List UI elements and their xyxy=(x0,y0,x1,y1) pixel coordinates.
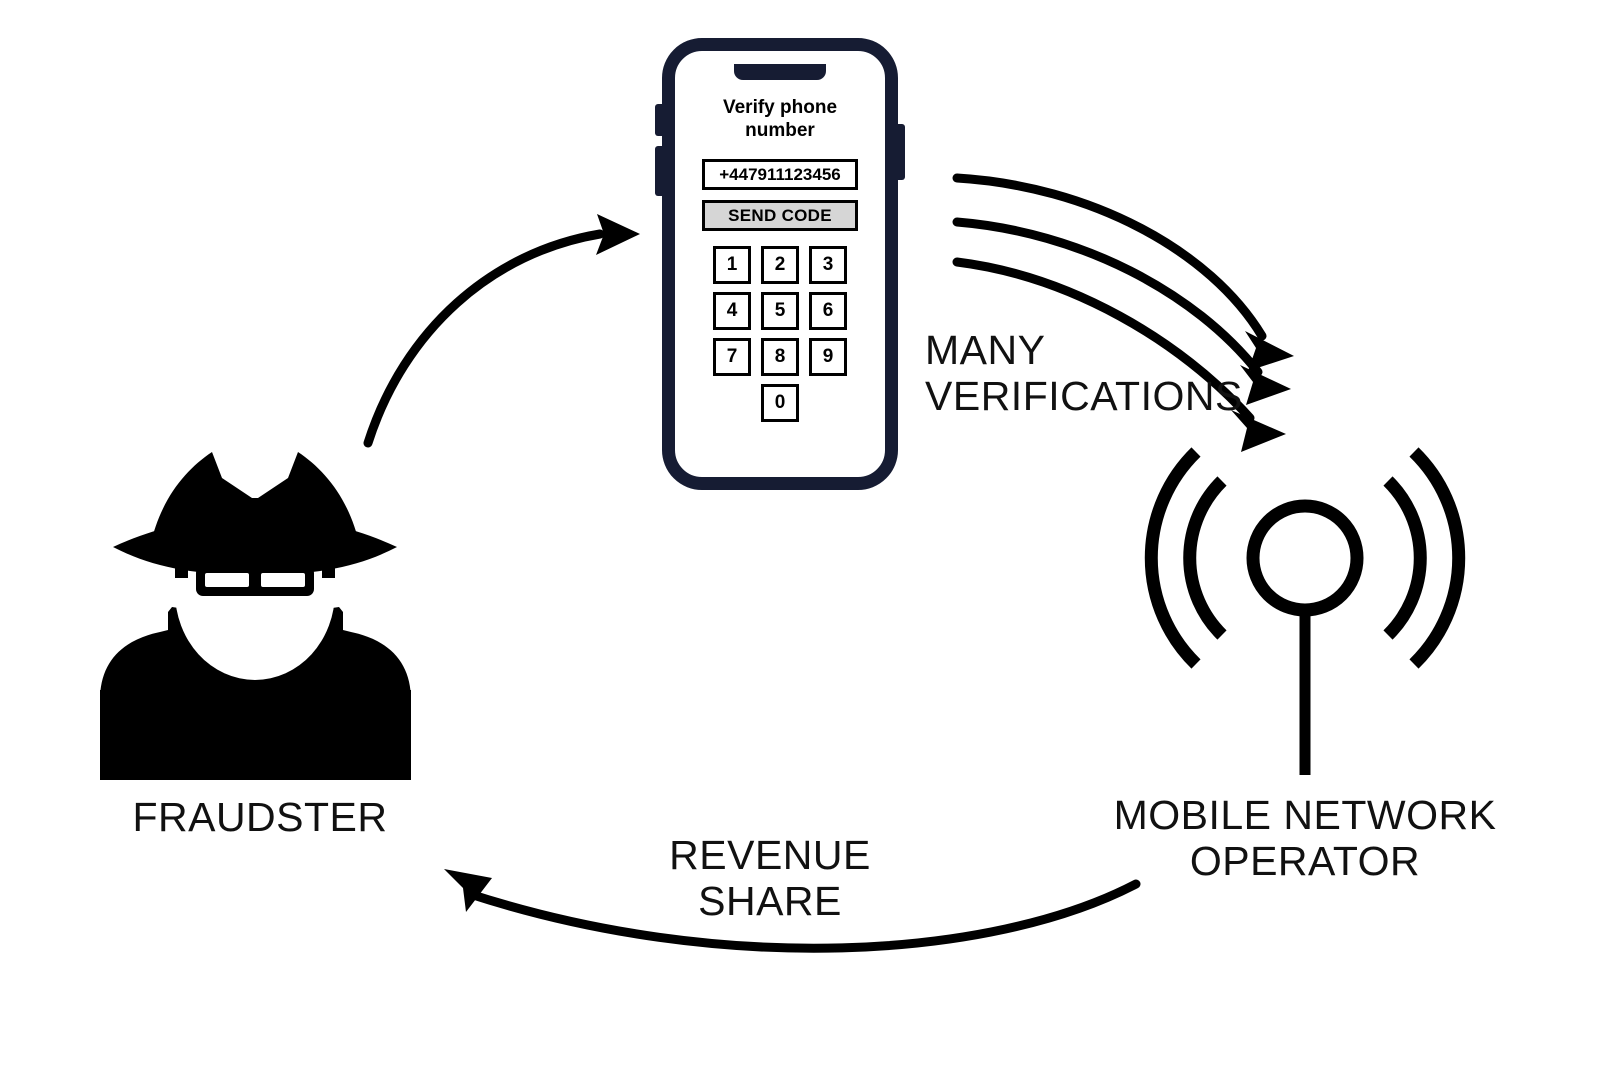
keypad-key-zero[interactable]: 0 xyxy=(761,384,799,422)
keypad-key[interactable]: 3 xyxy=(809,246,847,284)
phone-volume-down-button[interactable] xyxy=(655,146,663,196)
many-verifications-label: MANY VERIFICATIONS xyxy=(925,327,1243,419)
phone-volume-up-button[interactable] xyxy=(655,104,663,136)
send-code-button[interactable]: SEND CODE xyxy=(702,200,858,231)
keypad-row: 7 8 9 xyxy=(713,338,847,376)
revenue-share-label: REVENUE SHARE xyxy=(669,832,871,924)
keypad-key[interactable]: 7 xyxy=(713,338,751,376)
keypad-key[interactable]: 6 xyxy=(809,292,847,330)
phone-mockup: Verify phone number +447911123456 SEND C… xyxy=(655,38,905,490)
fraudster-label: FRAUDSTER xyxy=(132,794,388,840)
numeric-keypad: 1 2 3 4 5 6 7 8 9 0 xyxy=(713,246,847,430)
keypad-key[interactable]: 2 xyxy=(761,246,799,284)
antenna-signal-icon xyxy=(1144,447,1466,775)
phone-power-button[interactable] xyxy=(897,124,905,180)
mobile-network-operator-label: MOBILE NETWORK OPERATOR xyxy=(1113,792,1497,884)
keypad-key[interactable]: 4 xyxy=(713,292,751,330)
keypad-key[interactable]: 8 xyxy=(761,338,799,376)
keypad-row: 1 2 3 xyxy=(713,246,847,284)
keypad-row: 0 xyxy=(713,384,847,422)
fraudster-hat-glasses-icon xyxy=(100,452,411,780)
phone-screen: Verify phone number +447911123456 SEND C… xyxy=(675,51,885,477)
arrow-fraudster-to-phone xyxy=(363,214,640,448)
phone-number-input[interactable]: +447911123456 xyxy=(702,159,858,190)
keypad-key[interactable]: 1 xyxy=(713,246,751,284)
verify-phone-number-title: Verify phone number xyxy=(722,97,838,142)
keypad-key[interactable]: 9 xyxy=(809,338,847,376)
keypad-row: 4 5 6 xyxy=(713,292,847,330)
keypad-key[interactable]: 5 xyxy=(761,292,799,330)
